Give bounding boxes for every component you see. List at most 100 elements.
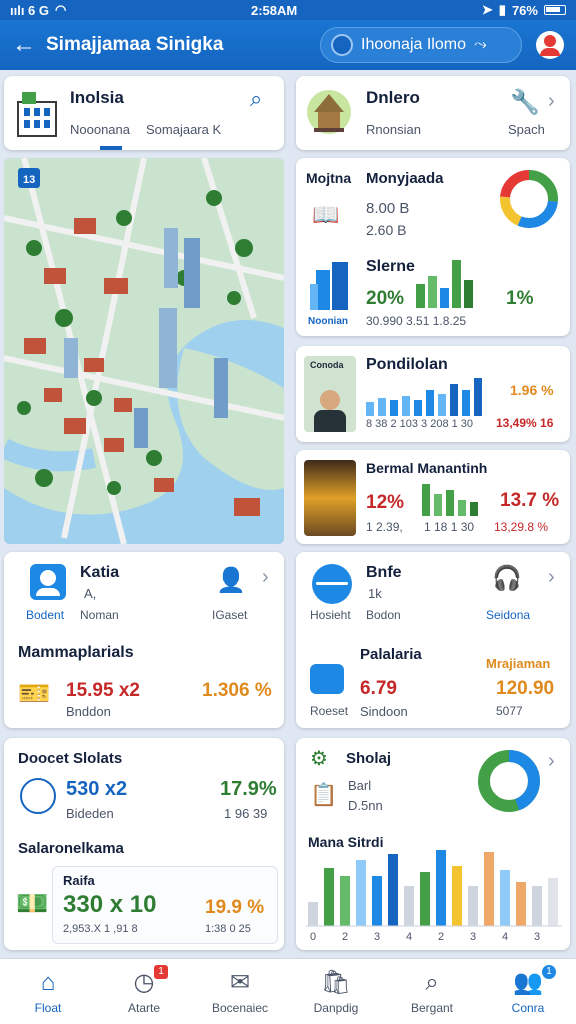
pie-chart xyxy=(500,170,558,228)
chevron-right-icon[interactable]: › xyxy=(548,90,555,113)
mammap-value-red: 15.95 x2 xyxy=(66,680,140,701)
support-icon[interactable]: 🎧 xyxy=(492,564,522,593)
svg-text:3: 3 xyxy=(374,931,380,943)
indonesia-card[interactable]: Inolsia Nooonana Somajaara K ⌕ xyxy=(4,76,284,150)
bermal-sub-right: 13,29.8 % xyxy=(494,520,549,534)
wrench-icon: 🔧 xyxy=(510,89,540,116)
city-map[interactable]: 13 xyxy=(4,158,284,544)
nav-shopping[interactable]: 🛍 Danpdig xyxy=(288,959,384,1024)
slerne-axis: 30.990 3.51 1.8.25 xyxy=(366,314,467,328)
indonesia-sub2: Somajaara K xyxy=(146,122,222,137)
svg-text:13: 13 xyxy=(23,174,35,186)
sholaj-card[interactable]: ⚙ Sholaj 📋 Barl D.5nn › Mana Sitrdi 0234… xyxy=(296,738,570,950)
people-icon: 👥 xyxy=(513,969,543,996)
active-indicator xyxy=(100,146,122,150)
slerne-pct-left: 20% xyxy=(366,288,405,309)
bermal-title: Bermal Manantinh xyxy=(366,460,488,476)
app-bar: ← Simajjamaa Sinigka Ihoonaja Ilomo ⤳ xyxy=(0,20,576,70)
city-map-illustration: 13 xyxy=(4,158,284,544)
doocet-value-blue: 530 x2 xyxy=(66,778,128,800)
home-icon: ⌂ xyxy=(40,968,56,996)
katia-card[interactable]: Bodent Katia A, Noman 👤 IGaset › Mammapl… xyxy=(4,552,284,728)
location-dot-icon xyxy=(331,34,353,56)
back-arrow-icon[interactable]: ← xyxy=(12,31,46,59)
office-tower-icon xyxy=(310,262,348,310)
nav-alerts-label: Atarte xyxy=(127,1001,160,1015)
bnfe-label: Hosieht xyxy=(310,608,351,622)
bnfe-label3: Seidona xyxy=(486,608,531,622)
slerne-title: Slerne xyxy=(366,258,415,275)
pondilolan-value-orange: 1.96 % xyxy=(510,382,554,398)
katia-chevron-icon[interactable]: › xyxy=(262,566,269,589)
salaron-sub-left: 2,953.X 1 ,91 8 xyxy=(63,923,138,935)
mojrta-value2: 2.60 B xyxy=(366,222,407,238)
battery-icon xyxy=(543,5,566,15)
book-icon: 📖 xyxy=(312,202,340,227)
pondilolan-card[interactable]: Conoda Pondilolan 1.96 % 8 38 2 103 3 20… xyxy=(296,346,570,442)
nav-home[interactable]: ⌂ Float xyxy=(0,959,96,1024)
nav-search-label: Bergant xyxy=(410,1000,454,1015)
dnlero-card[interactable]: Dnlero Rnonsian 🔧 Spach › xyxy=(296,76,570,150)
signal-text: ıılı 6 G xyxy=(10,2,50,18)
doocet-sub: Bideden xyxy=(66,806,114,821)
user-search-icon[interactable]: 👤 xyxy=(216,566,246,595)
salaron-sub-right: 1:38 0 25 xyxy=(205,923,251,935)
svg-text:4: 4 xyxy=(502,931,508,943)
bermal-card[interactable]: Bermal Manantinh 12% 13.7 % 1 2.39, 1 18… xyxy=(296,450,570,544)
indonesia-title: Inolsia xyxy=(70,88,124,107)
salaron-value-green: 330 x 10 xyxy=(63,891,157,918)
clock-icon: ◷ xyxy=(133,969,155,996)
katia-label: Bodent xyxy=(26,608,65,622)
signal-icon: ▮ xyxy=(498,2,506,17)
bnfe-chevron-icon[interactable]: › xyxy=(548,566,555,589)
nav-profile[interactable]: 👥 1 Conra xyxy=(480,959,576,1024)
nav-alerts-badge: 1 xyxy=(154,965,168,979)
page-title: Simajjamaa Sinigka xyxy=(46,34,224,55)
bnfe-label2: Bodon xyxy=(366,608,401,622)
clipboard-icon: 📋 xyxy=(310,782,338,807)
bermal-pct-right: 13.7 % xyxy=(500,490,560,511)
nav-profile-label: Conra xyxy=(511,1001,545,1015)
location-selector[interactable]: Ihoonaja Ilomo ⤳ xyxy=(320,27,522,63)
dnlero-sub2: Spach xyxy=(508,122,545,137)
train-photo xyxy=(304,460,356,536)
mojrta-card[interactable]: Mojtna Monyjaada 📖 8.00 B 2.60 B Noonian… xyxy=(296,158,570,336)
pondilolan-title: Pondilolan xyxy=(366,356,448,373)
svg-text:2: 2 xyxy=(342,931,348,943)
sholaj-chevron-icon[interactable]: › xyxy=(548,750,555,773)
status-time: 2:58AM xyxy=(251,2,298,18)
slerne-label: Noonian xyxy=(308,316,348,327)
discount-tag-icon xyxy=(310,664,344,694)
person-photo: Conoda xyxy=(304,356,356,432)
nav-alerts[interactable]: ◷ 1 Atarte xyxy=(96,959,192,1024)
profile-icon[interactable] xyxy=(536,31,564,59)
wifi-icon: ◠ xyxy=(55,2,67,17)
doocet-sub-right: 1 96 39 xyxy=(224,806,268,821)
doocet-card[interactable]: Doocet Slolats 530 x2 Bideden 17.9% 1 96… xyxy=(4,738,284,950)
sholaj-sub2: D.5nn xyxy=(348,798,383,813)
location-label: Ihoonaja Ilomo xyxy=(361,36,466,53)
mammap-sub: Bnddon xyxy=(66,704,111,719)
doocet-value-green: 17.9% xyxy=(220,778,277,800)
bnfe-card[interactable]: Hosieht Bnfe 1k Bodon 🎧 Seidona › Roeset… xyxy=(296,552,570,728)
location-icon: ➤ xyxy=(481,2,493,17)
team-icon xyxy=(20,778,56,814)
bermal-sub-left: 1 2.39, xyxy=(366,520,403,534)
dnlero-title: Dnlero xyxy=(366,88,420,107)
gear-icon: ⚙ xyxy=(310,748,328,770)
search-icon[interactable]: ⌕ xyxy=(250,86,262,112)
temple-icon xyxy=(307,90,351,134)
nav-messages[interactable]: ✉ Bocenaiec xyxy=(192,959,288,1024)
wave-globe-icon xyxy=(312,564,352,604)
palalaria-label2: Sindoon xyxy=(360,704,408,719)
doocet-title: Doocet Slolats xyxy=(18,750,123,767)
svg-text:3: 3 xyxy=(534,931,540,943)
ticket-icon: 🎫 xyxy=(18,678,51,708)
salaron-title: Salaronelkama xyxy=(18,840,124,857)
palalaria-sub-right: 5077 xyxy=(496,704,523,718)
palalaria-title: Palalaria xyxy=(360,646,422,663)
nav-profile-badge: 1 xyxy=(542,965,556,979)
nav-search[interactable]: ⌕ Bergant xyxy=(384,959,480,1024)
katia-sub1: A, xyxy=(84,586,97,601)
nav-messages-label: Bocenaiec xyxy=(211,1001,269,1015)
